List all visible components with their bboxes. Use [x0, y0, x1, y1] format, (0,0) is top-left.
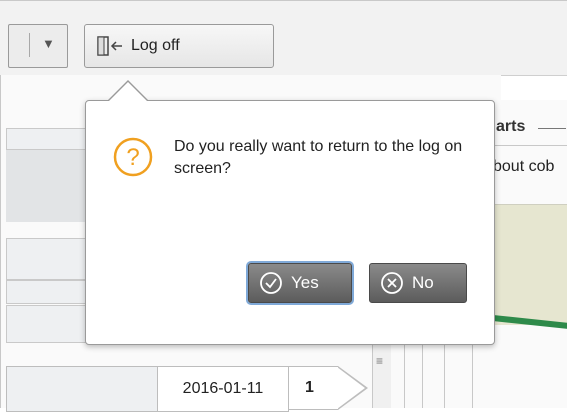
title-rule	[538, 128, 566, 129]
no-button[interactable]: No	[369, 263, 467, 303]
yes-button[interactable]: Yes	[248, 263, 352, 303]
no-label: No	[412, 273, 434, 292]
logout-door-icon	[97, 36, 122, 56]
dropdown-button[interactable]: ▼	[8, 24, 68, 68]
toolbar: ▼ Log off	[0, 0, 567, 76]
side-panel-subtitle: bout cob	[493, 158, 555, 175]
scroll-grip-icon[interactable]: ≡	[376, 355, 383, 367]
vertical-scrollbar[interactable]	[372, 340, 391, 408]
dialog-message: Do you really want to return to the log …	[174, 138, 463, 177]
triangle-down-icon: ▼	[42, 36, 55, 51]
divider	[404, 340, 405, 408]
table-row-label-cell[interactable]	[6, 366, 158, 412]
table-cell-count: 1	[288, 366, 338, 410]
check-circle-icon	[260, 272, 282, 294]
divider	[444, 340, 445, 408]
dialog-pointer-fill	[108, 82, 148, 102]
row-arrow-icon[interactable]	[337, 367, 365, 409]
chart-area	[490, 204, 567, 325]
side-panel-title: arts	[496, 118, 526, 135]
table-cell-date: 2016-01-11	[157, 366, 289, 412]
logoff-label: Log off	[131, 37, 180, 54]
x-circle-icon	[381, 272, 403, 294]
yes-label: Yes	[291, 273, 319, 292]
question-circle-icon: ?	[113, 137, 153, 177]
divider	[29, 33, 30, 57]
divider	[422, 340, 423, 408]
divider	[472, 340, 473, 408]
svg-text:?: ?	[126, 144, 139, 171]
logoff-button[interactable]: Log off	[84, 24, 274, 68]
